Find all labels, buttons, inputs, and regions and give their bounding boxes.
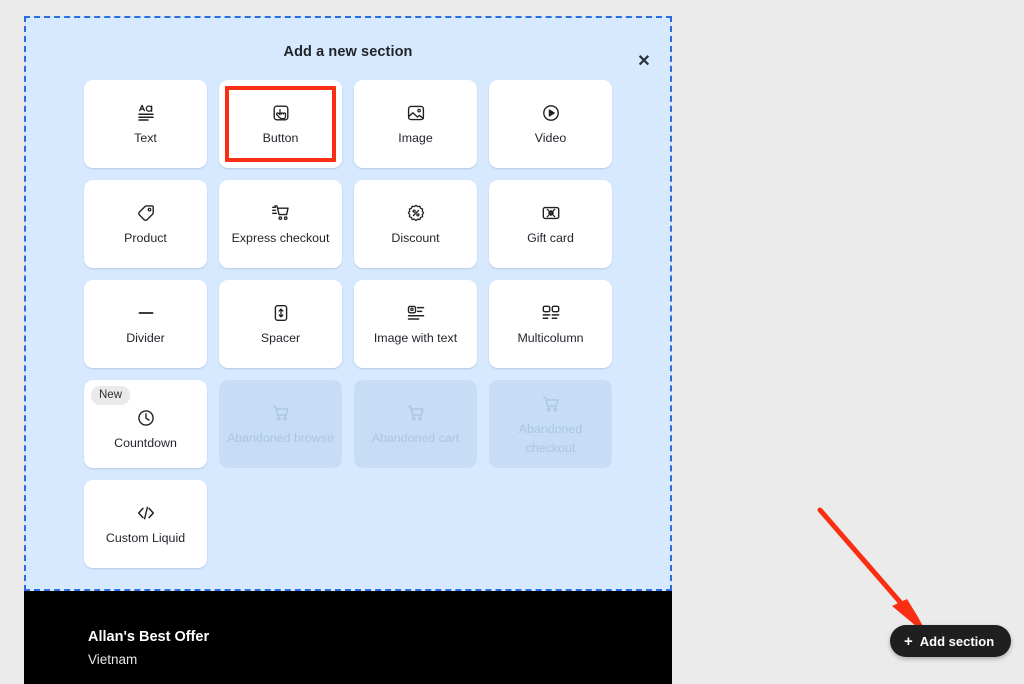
section-card-text[interactable]: Text	[84, 80, 207, 168]
play-circle-icon	[541, 100, 561, 126]
section-card-image-with-text[interactable]: Image with text	[354, 280, 477, 368]
offer-subtitle: Vietnam	[88, 649, 672, 671]
price-tag-icon	[136, 200, 156, 226]
image-icon	[406, 100, 426, 126]
section-card-label: Gift card	[527, 229, 574, 248]
section-card-label: Abandoned checkout	[497, 420, 605, 458]
plus-icon: +	[904, 634, 913, 649]
section-card-label: Product	[124, 229, 167, 248]
section-card-button[interactable]: Button	[219, 80, 342, 168]
section-card-label: Countdown	[114, 434, 177, 453]
section-card-label: Image with text	[374, 329, 457, 348]
section-type-grid: Text Button Image Video Product Express check…	[84, 80, 624, 568]
section-card-abandoned-browse: Abandoned browse	[219, 380, 342, 468]
section-card-label: Button	[263, 129, 299, 148]
section-card-label: Text	[134, 129, 157, 148]
divider-line-icon	[136, 300, 156, 326]
section-card-label: Image	[398, 129, 432, 148]
multicolumn-icon	[541, 300, 561, 326]
gift-card-icon	[541, 200, 561, 226]
section-card-custom-liquid[interactable]: Custom Liquid	[84, 480, 207, 568]
section-card-countdown[interactable]: New Countdown	[84, 380, 207, 468]
section-card-discount[interactable]: Discount	[354, 180, 477, 268]
section-card-label: Multicolumn	[517, 329, 583, 348]
section-card-label: Abandoned browse	[227, 429, 334, 448]
section-card-spacer[interactable]: Spacer	[219, 280, 342, 368]
screen: Add a new section ✕ Text Button Image Video…	[0, 0, 1024, 684]
shopping-cart-icon	[541, 391, 561, 417]
image-with-text-icon	[406, 300, 426, 326]
section-card-image[interactable]: Image	[354, 80, 477, 168]
add-section-panel: Add a new section ✕ Text Button Image Video…	[24, 16, 672, 591]
new-badge: New	[91, 386, 130, 405]
section-card-label: Custom Liquid	[106, 529, 185, 548]
section-card-label: Video	[535, 129, 566, 148]
section-card-express-checkout[interactable]: Express checkout	[219, 180, 342, 268]
add-section-button[interactable]: + Add section	[890, 625, 1011, 657]
section-card-abandoned-checkout: Abandoned checkout	[489, 380, 612, 468]
section-card-label: Express checkout	[232, 229, 330, 248]
code-brackets-icon	[136, 500, 156, 526]
section-card-gift-card[interactable]: Gift card	[489, 180, 612, 268]
close-icon[interactable]: ✕	[628, 46, 660, 78]
section-card-video[interactable]: Video	[489, 80, 612, 168]
spacer-vertical-icon	[271, 300, 291, 326]
section-card-product[interactable]: Product	[84, 180, 207, 268]
add-section-button-label: Add section	[920, 634, 994, 649]
section-card-multicolumn[interactable]: Multicolumn	[489, 280, 612, 368]
section-card-divider[interactable]: Divider	[84, 280, 207, 368]
section-card-label: Spacer	[261, 329, 300, 348]
shopping-cart-icon	[271, 400, 291, 426]
clock-icon	[136, 405, 156, 431]
theme-editor-preview: Add a new section ✕ Text Button Image Video…	[24, 16, 672, 684]
section-card-label: Abandoned cart	[372, 429, 460, 448]
text-format-icon	[136, 100, 156, 126]
discount-percent-icon	[406, 200, 426, 226]
offer-preview-bar: Allan's Best Offer Vietnam	[24, 591, 672, 684]
offer-title: Allan's Best Offer	[88, 627, 672, 649]
button-click-icon	[271, 100, 291, 126]
section-card-label: Divider	[126, 329, 165, 348]
express-cart-icon	[271, 200, 291, 226]
section-card-abandoned-cart: Abandoned cart	[354, 380, 477, 468]
shopping-cart-icon	[406, 400, 426, 426]
panel-title: Add a new section	[26, 18, 670, 60]
section-card-label: Discount	[391, 229, 439, 248]
